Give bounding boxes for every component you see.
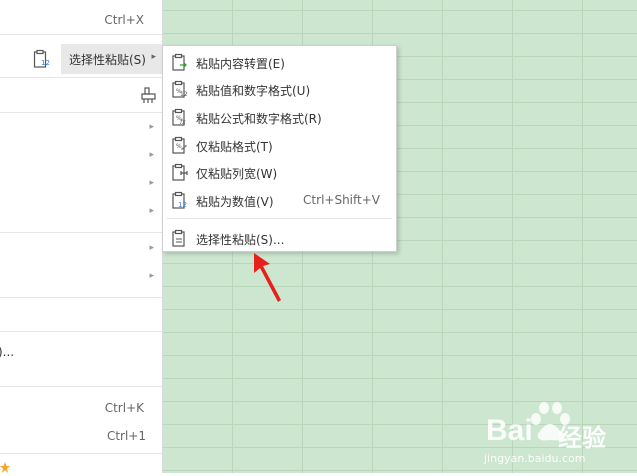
- submenu-item-label: 仅粘贴格式(T): [196, 140, 273, 154]
- paste-as-values-icon: 12: [171, 191, 189, 209]
- annotation-arrow-icon: [248, 250, 288, 309]
- context-submenu-item[interactable]: ▸: [0, 240, 162, 264]
- menu-separator: [0, 112, 162, 113]
- svg-text:12: 12: [41, 59, 50, 67]
- paste-formulas-number-format-icon: % fx: [171, 108, 189, 126]
- paste-values-number-format-icon: % 12: [171, 80, 189, 98]
- paste-formats-icon: %: [171, 136, 189, 154]
- menu-separator: [0, 386, 162, 387]
- chevron-right-icon: ▸: [149, 206, 154, 216]
- context-submenu-item[interactable]: ▸: [0, 119, 162, 143]
- context-submenu-item[interactable]: ▸: [0, 203, 162, 227]
- paste-special-submenu: 粘贴内容转置(E) % 12 粘贴值和数字格式(U) % fx 粘贴公式和数字格…: [162, 45, 397, 252]
- context-submenu-item[interactable]: ▸: [0, 268, 162, 292]
- chevron-right-icon: ▸: [149, 271, 154, 281]
- paste-as-values-shortcut: Ctrl+Shift+V: [303, 193, 380, 207]
- submenu-item-paste-formulas-number-format[interactable]: % fx 粘贴公式和数字格式(R): [163, 104, 396, 130]
- submenu-item-paste-special[interactable]: 选择性粘贴(S)...: [163, 225, 396, 251]
- submenu-item-paste-column-width[interactable]: 仅粘贴列宽(W): [163, 159, 396, 185]
- menu-separator: [0, 232, 162, 233]
- format-cells-shortcut: Ctrl+1: [106, 429, 146, 443]
- menu-separator: [0, 77, 162, 78]
- paste-transpose-icon: [171, 53, 189, 71]
- paste-special-label: 选择性粘贴(S): [69, 53, 146, 67]
- cut-shortcut: Ctrl+X: [104, 13, 144, 27]
- svg-text:fx: fx: [180, 119, 186, 126]
- format-painter-icon[interactable]: [140, 86, 158, 107]
- watermark-url: jingyan.baidu.com: [484, 452, 586, 465]
- submenu-item-paste-as-values[interactable]: 12 粘贴为数值(V) Ctrl+Shift+V: [163, 187, 396, 213]
- paste-special-icon: [171, 229, 189, 247]
- menu-separator: [0, 453, 162, 454]
- submenu-item-label: 粘贴为数值(V): [196, 195, 274, 209]
- context-menu-item[interactable]: )...: [0, 342, 162, 366]
- star-icon: [0, 462, 10, 476]
- watermark-brand: Bai: [486, 414, 533, 447]
- context-submenu-item[interactable]: ▸: [0, 147, 162, 171]
- svg-text:12: 12: [180, 91, 188, 98]
- submenu-item-label: 粘贴值和数字格式(U): [196, 84, 311, 98]
- hyperlink-shortcut: Ctrl+K: [104, 401, 144, 415]
- watermark-brand-suffix: 经验: [558, 424, 606, 452]
- cut-menu-item[interactable]: Ctrl+X: [0, 9, 162, 33]
- menu-separator: [0, 34, 162, 35]
- context-submenu-item[interactable]: ▸: [0, 175, 162, 199]
- menu-separator: [0, 331, 162, 332]
- submenu-item-label: 粘贴内容转置(E): [196, 57, 285, 71]
- paste-values-icon[interactable]: 12: [33, 49, 51, 72]
- baidu-watermark: Bai 经验 jingyan.baidu.com: [478, 400, 628, 475]
- chevron-right-icon: ▸: [149, 150, 154, 160]
- paste-column-width-icon: [171, 163, 189, 181]
- svg-text:12: 12: [178, 201, 187, 209]
- menu-separator: [167, 218, 392, 219]
- submenu-item-paste-transpose[interactable]: 粘贴内容转置(E): [163, 49, 396, 75]
- submenu-item-paste-formats[interactable]: % 仅粘贴格式(T): [163, 132, 396, 158]
- format-cells-menu-item[interactable]: Ctrl+1: [0, 425, 162, 449]
- chevron-right-icon: ▸: [151, 52, 156, 62]
- chevron-right-icon: ▸: [149, 122, 154, 132]
- truncated-menu-label: )...: [0, 345, 15, 359]
- paste-special-menu-item[interactable]: 选择性粘贴(S) ▸: [61, 44, 162, 74]
- submenu-item-paste-values-number-format[interactable]: % 12 粘贴值和数字格式(U): [163, 76, 396, 102]
- submenu-item-label: 粘贴公式和数字格式(R): [196, 112, 322, 126]
- chevron-right-icon: ▸: [149, 243, 154, 253]
- submenu-item-label: 选择性粘贴(S)...: [196, 233, 285, 247]
- chevron-right-icon: ▸: [149, 178, 154, 188]
- menu-separator: [0, 297, 162, 298]
- hyperlink-menu-item[interactable]: Ctrl+K: [0, 397, 162, 421]
- submenu-item-label: 仅粘贴列宽(W): [196, 167, 278, 181]
- context-menu: Ctrl+X 12 选择性粘贴(S) ▸ ▸ ▸ ▸ ▸ ▸ ▸ ... Ctr…: [0, 0, 163, 473]
